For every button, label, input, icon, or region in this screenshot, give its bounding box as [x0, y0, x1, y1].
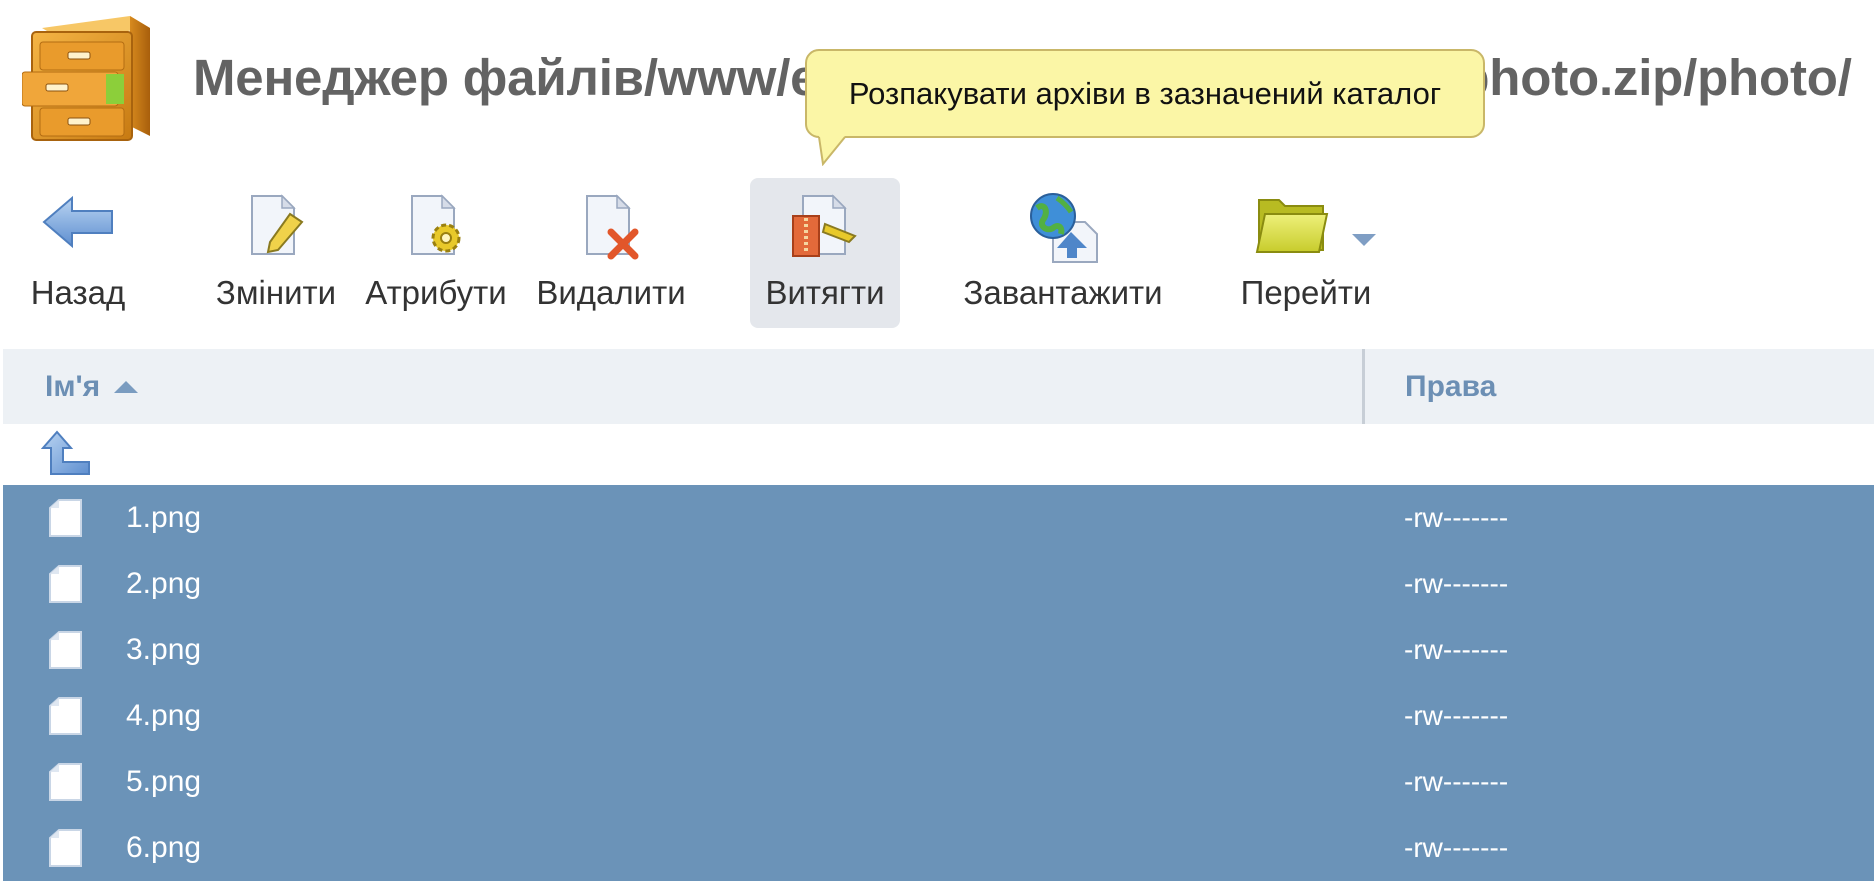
file-permissions: -rw-------	[1404, 502, 1509, 533]
file-icon	[47, 564, 85, 609]
upload-label: Завантажити	[963, 274, 1163, 311]
folder-icon	[1255, 192, 1329, 261]
table-row[interactable]: 3.png -rw-------	[3, 617, 1874, 683]
column-permissions-label: Права	[1405, 369, 1497, 403]
column-header-name[interactable]: Ім'я	[45, 349, 139, 424]
extract-button[interactable]: Витягти	[750, 178, 900, 328]
table-row[interactable]: 5.png -rw-------	[3, 749, 1874, 815]
delete-label: Видалити	[536, 274, 686, 311]
file-name: 2.png	[126, 567, 202, 600]
extract-label: Витягти	[765, 274, 885, 311]
goto-button[interactable]: Перейти	[1236, 178, 1376, 328]
file-name: 3.png	[126, 633, 202, 666]
file-name: 4.png	[126, 699, 202, 732]
chevron-down-icon[interactable]	[1352, 234, 1376, 248]
column-header-permissions[interactable]: Права	[1405, 349, 1496, 424]
edit-file-icon	[244, 192, 308, 265]
back-arrow-icon	[42, 192, 114, 257]
file-icon	[47, 630, 85, 675]
table-row[interactable]: 2.png -rw-------	[3, 551, 1874, 617]
back-button[interactable]: Назад	[22, 178, 134, 328]
tooltip-text: Розпакувати архіви в зазначений каталог	[848, 75, 1442, 111]
edit-button[interactable]: Змінити	[213, 178, 339, 328]
file-name: 5.png	[126, 765, 202, 798]
file-permissions: -rw-------	[1404, 700, 1509, 731]
edit-label: Змінити	[215, 274, 337, 311]
title-path-suffix: photo.zip/photo/	[1458, 49, 1852, 106]
delete-file-icon	[579, 192, 643, 267]
extract-tooltip: Розпакувати архіви в зазначений каталог	[805, 49, 1485, 138]
title-path-prefix: Менеджер файлів/www/e	[193, 49, 819, 106]
parent-directory-row[interactable]	[3, 424, 1874, 485]
tooltip-pointer	[818, 136, 846, 166]
attributes-label: Атрибути	[365, 274, 507, 311]
file-icon	[47, 828, 85, 873]
file-permissions: -rw-------	[1404, 766, 1509, 797]
attributes-button[interactable]: Атрибути	[363, 178, 509, 328]
toolbar: Назад Змінити Атрибути Видалити Витягти …	[0, 178, 1874, 330]
parent-folder-up-icon[interactable]	[40, 430, 93, 483]
back-label: Назад	[30, 274, 126, 311]
file-permissions: -rw-------	[1404, 568, 1509, 599]
file-rows: 1.png -rw------- 2.png -rw------- 3.png -rw--…	[3, 485, 1874, 881]
column-name-label: Ім'я	[45, 369, 101, 403]
file-name: 1.png	[126, 501, 202, 534]
file-icon	[47, 498, 85, 543]
file-list: Ім'я Права 1.png -rw------- 2.png -rw------…	[3, 349, 1874, 881]
file-icon	[47, 762, 85, 807]
file-cabinet-icon	[21, 14, 170, 146]
file-permissions: -rw-------	[1404, 634, 1509, 665]
extract-archive-icon	[789, 192, 861, 267]
table-header: Ім'я Права	[3, 349, 1874, 424]
file-name: 6.png	[126, 831, 202, 864]
table-row[interactable]: 1.png -rw-------	[3, 485, 1874, 551]
delete-button[interactable]: Видалити	[533, 178, 689, 328]
attributes-gear-icon	[404, 192, 468, 265]
goto-label: Перейти	[1240, 274, 1372, 311]
column-resize-handle[interactable]	[1362, 349, 1365, 424]
upload-button[interactable]: Завантажити	[958, 178, 1168, 328]
file-permissions: -rw-------	[1404, 832, 1509, 863]
sort-ascending-icon	[114, 380, 139, 393]
table-row[interactable]: 6.png -rw-------	[3, 815, 1874, 881]
table-row[interactable]: 4.png -rw-------	[3, 683, 1874, 749]
file-icon	[47, 696, 85, 741]
upload-globe-icon	[1027, 192, 1099, 269]
